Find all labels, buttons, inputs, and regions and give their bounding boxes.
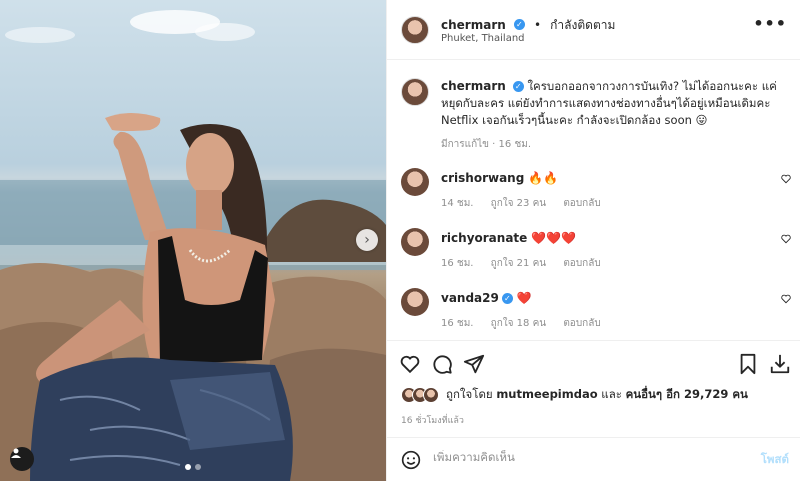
likes-summary: ถูกใจโดย mutmeepimdao และ คนอื่นๆ อีก 29… — [401, 386, 748, 404]
likes-joiner: และ — [601, 387, 622, 401]
next-photo-button[interactable]: › — [356, 229, 378, 251]
caption-username[interactable]: chermarn — [441, 79, 506, 93]
user-tag-icon — [11, 448, 21, 458]
bookmark-icon[interactable] — [737, 353, 759, 375]
post-header: chermarn ✓ • กำลังติดตาม Phuket, Thailan… — [387, 0, 800, 60]
post-actions: ถูกใจโดย mutmeepimdao และ คนอื่นๆ อีก 29… — [387, 340, 800, 430]
comment-reply-button[interactable]: ตอบกลับ — [563, 198, 600, 209]
carousel-indicator — [185, 464, 201, 470]
author-avatar[interactable] — [401, 16, 429, 44]
post-comment-button[interactable]: โพสต์ — [761, 451, 789, 469]
chevron-right-icon: › — [364, 232, 370, 248]
likes-prefix: ถูกใจโดย — [446, 387, 493, 401]
post-time: 16 ชั่วโมงที่แล้ว — [401, 416, 464, 426]
comment-likes[interactable]: ถูกใจ 23 คน — [491, 198, 546, 209]
separator-dot: • — [533, 18, 542, 32]
verified-badge-icon: ✓ — [501, 293, 513, 304]
comment-username[interactable]: crishorwang — [441, 171, 524, 185]
comment-text: ❤️❤️❤️ — [531, 231, 576, 245]
instagram-post-dialog: › chermarn ✓ • กำลังติดตาม Phuket, Thail… — [0, 0, 800, 481]
comment-avatar[interactable] — [401, 288, 429, 316]
comment-text: 🔥🔥 — [528, 171, 559, 185]
download-icon[interactable] — [769, 353, 791, 375]
comment-likes[interactable]: ถูกใจ 21 คน — [491, 258, 546, 269]
more-options-button[interactable]: ••• — [753, 14, 787, 33]
verified-badge-icon: ✓ — [513, 19, 525, 30]
comment-username[interactable]: vanda29 — [441, 291, 499, 305]
photo-illustration — [0, 10, 386, 481]
comment-likes[interactable]: ถูกใจ 18 คน — [491, 318, 546, 329]
user-tag-button[interactable] — [10, 447, 34, 471]
caption-avatar[interactable] — [401, 78, 429, 106]
comment-input[interactable] — [433, 450, 733, 464]
comment-time: 14 ชม. — [441, 198, 474, 209]
share-icon[interactable] — [463, 353, 485, 375]
carousel-dot — [195, 464, 201, 470]
post-photo[interactable]: › — [0, 0, 386, 481]
comment-time: 16 ชม. — [441, 318, 474, 329]
comment-reply-button[interactable]: ตอบกลับ — [563, 318, 600, 329]
likes-others-link[interactable]: คนอื่นๆ อีก 29,729 คน — [626, 387, 748, 401]
heart-icon[interactable] — [399, 353, 421, 375]
following-button[interactable]: กำลังติดตาม — [550, 18, 615, 32]
comment-time: 16 ชม. — [441, 258, 474, 269]
liker-username[interactable]: mutmeepimdao — [496, 387, 597, 401]
comment-avatar[interactable] — [401, 168, 429, 196]
comment-reply-button[interactable]: ตอบกลับ — [563, 258, 600, 269]
comment-heart-icon[interactable] — [781, 174, 791, 184]
post-caption: chermarn ✓ ใครบอกออกจากวงการบันเทิง? ไม่ไ… — [441, 78, 786, 129]
post-location[interactable]: Phuket, Thailand — [441, 33, 525, 44]
emoji-icon[interactable] — [401, 450, 421, 470]
caption-meta: มีการแก้ไข · 16 ชม. — [441, 139, 531, 150]
comment-text: ❤️ — [516, 291, 532, 305]
comment-heart-icon[interactable] — [781, 294, 791, 304]
comment-avatar[interactable] — [401, 228, 429, 256]
verified-badge-icon: ✓ — [512, 81, 524, 92]
post-details-panel: chermarn ✓ • กำลังติดตาม Phuket, Thailan… — [386, 0, 800, 481]
comment-icon[interactable] — [431, 353, 453, 375]
liker-avatar[interactable] — [423, 387, 439, 403]
author-username[interactable]: chermarn — [441, 18, 506, 32]
carousel-dot-active — [185, 464, 191, 470]
add-comment-bar: โพสต์ — [387, 437, 800, 481]
comment-username[interactable]: richyoranate — [441, 231, 527, 245]
comment-heart-icon[interactable] — [781, 234, 791, 244]
